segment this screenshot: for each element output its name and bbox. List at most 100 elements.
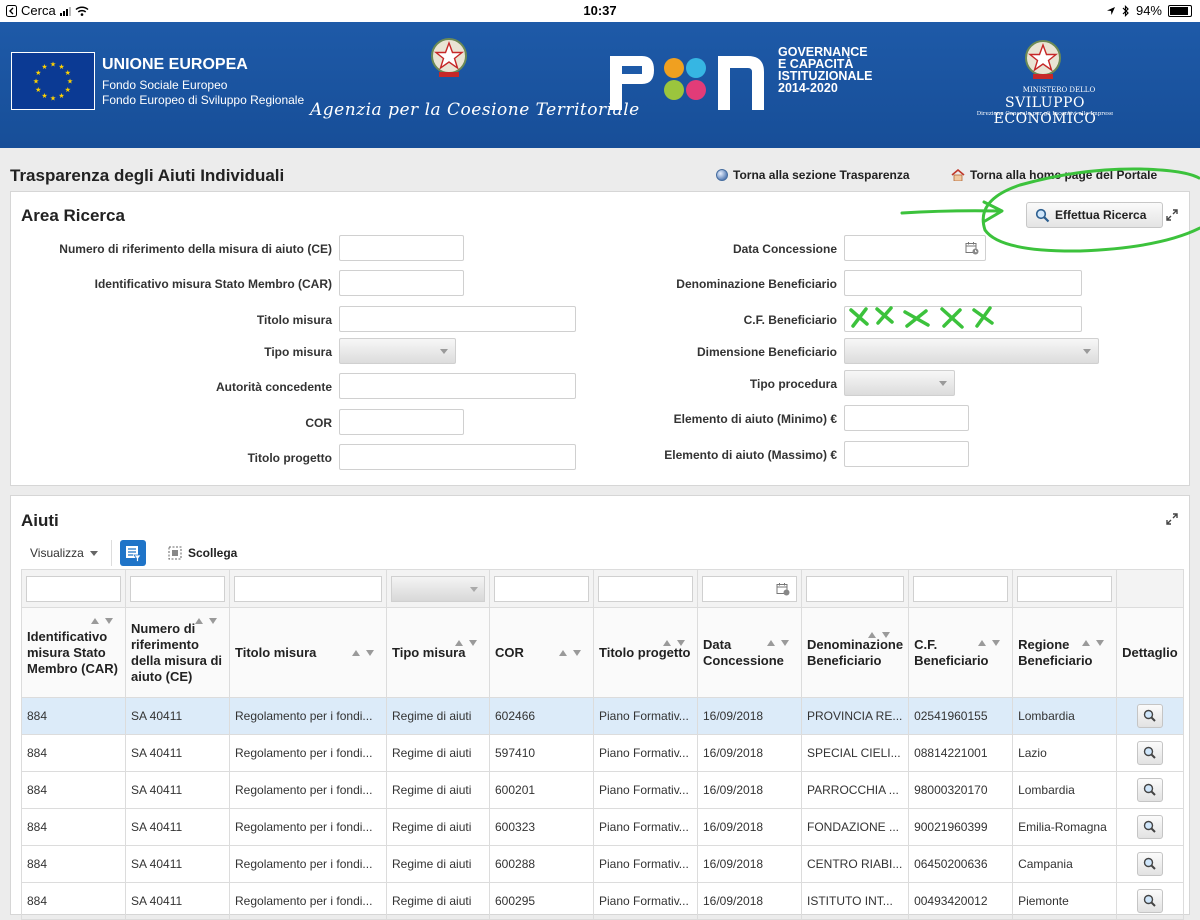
column-header-cor[interactable]: COR — [489, 607, 594, 698]
header-banner: ★ ★ ★ ★ ★ ★ ★ ★ ★ ★ ★ ★ UNIONE EUROPEA Fondo Social… — [0, 22, 1200, 148]
cell-car: 884 — [21, 771, 126, 809]
column-header-car[interactable]: Identificativo misura Stato Membro (CAR) — [21, 607, 126, 698]
eu-star: ★ — [41, 63, 47, 71]
sort-arrows-icon[interactable] — [976, 638, 1004, 648]
expand-icon[interactable] — [1166, 209, 1178, 221]
beneficiary-name-input[interactable] — [844, 270, 1082, 296]
filter-ce-input[interactable] — [130, 575, 225, 602]
filter-measure-title-input[interactable] — [234, 575, 382, 602]
sort-arrows-icon[interactable] — [866, 630, 894, 640]
link-back-transparency[interactable]: Torna alla sezione Trasparenza — [716, 168, 910, 182]
cell-region: Lombardia — [1012, 771, 1118, 809]
cell-region: Lazio — [1012, 734, 1118, 772]
table-row[interactable]: 884 SA 40411 Regolamento per i fondi... Reg… — [21, 845, 1184, 883]
detail-button[interactable] — [1136, 741, 1163, 765]
procedure-type-select[interactable] — [844, 370, 955, 396]
ce-number-input[interactable] — [339, 235, 464, 261]
aid-max-input[interactable] — [844, 441, 969, 467]
cell-measure-title: Regolamento per i fondi... — [229, 845, 387, 883]
calendar-icon[interactable] — [965, 241, 979, 255]
sort-arrows-icon[interactable] — [453, 638, 481, 648]
column-header-ce[interactable]: Numero di riferimento della misura di ai… — [125, 607, 230, 698]
column-header-region[interactable]: Regione Beneficiario — [1012, 607, 1118, 698]
label-beneficiary-tax-code: C.F. Beneficiario — [743, 313, 837, 327]
beneficiary-tax-code-input[interactable] — [844, 306, 1082, 332]
car-id-input[interactable] — [339, 270, 464, 296]
toolbar-divider — [111, 540, 112, 566]
measure-title-input[interactable] — [339, 306, 576, 332]
sort-arrows-icon[interactable] — [89, 616, 117, 626]
cell-measure-type: Regime di aiuti — [386, 882, 490, 920]
detail-button[interactable] — [1136, 778, 1163, 802]
column-header-tax-code[interactable]: C.F. Beneficiario — [908, 607, 1014, 698]
eu-fund-regional: Fondo Europeo di Sviluppo Regionale — [102, 93, 305, 107]
aid-min-input[interactable] — [844, 405, 969, 431]
column-header-detail: Dettaglio — [1116, 607, 1184, 698]
sort-arrows-icon[interactable] — [661, 638, 689, 648]
cell-region: Campania — [1012, 845, 1118, 883]
link-back-home[interactable]: Torna alla home page del Portale — [951, 168, 1157, 182]
project-title-input[interactable] — [339, 444, 576, 470]
sort-arrows-icon[interactable] — [350, 648, 378, 658]
cell-project-title: Piano Formativ... — [593, 734, 698, 772]
table-row[interactable]: 884 SA 40411 Regolamento per i fondi... Reg… — [21, 734, 1184, 772]
sort-arrows-icon[interactable] — [193, 616, 221, 626]
cell-ce: SA 40411 — [125, 734, 230, 772]
chevron-down-icon — [440, 349, 448, 354]
detail-button[interactable] — [1136, 704, 1163, 728]
cell-tax-code: 08814221001 — [908, 734, 1014, 772]
cell-ce: SA 40411 — [125, 882, 230, 920]
cell-measure-type: Regime di aiuti — [386, 771, 490, 809]
sort-arrows-icon[interactable] — [557, 648, 585, 658]
cell-grant-date: 16/09/2018 — [697, 734, 802, 772]
clock: 10:37 — [583, 3, 617, 18]
filter-tax-code-input[interactable] — [913, 575, 1009, 602]
magnifier-icon — [1143, 820, 1156, 833]
beneficiary-size-select[interactable] — [844, 338, 1099, 364]
filter-beneficiary-name-input[interactable] — [806, 575, 905, 602]
column-header-project-title[interactable]: Titolo progetto — [593, 607, 698, 698]
cell-project-title: Piano Formativ... — [593, 882, 698, 920]
detail-button[interactable] — [1136, 815, 1163, 839]
table-row[interactable]: 884 SA 40411 Regolamento per i fondi... Reg… — [21, 808, 1184, 846]
magnifier-icon — [1143, 783, 1156, 796]
filter-cor-input[interactable] — [494, 575, 589, 602]
cell-cor: 600323 — [489, 808, 594, 846]
view-menu[interactable]: Visualizza — [30, 546, 98, 560]
expand-icon[interactable] — [1166, 513, 1178, 525]
filter-grant-date-input[interactable] — [702, 575, 797, 602]
column-header-measure-title[interactable]: Titolo misura — [229, 607, 387, 698]
sort-arrows-icon[interactable] — [1080, 638, 1108, 648]
cell-detail — [1116, 845, 1184, 883]
detail-button[interactable] — [1136, 852, 1163, 876]
cell-grant-date: 16/09/2018 — [697, 882, 802, 920]
magnifier-icon — [1143, 709, 1156, 722]
search-button[interactable]: Effettua Ricerca — [1026, 202, 1163, 228]
filter-region-input[interactable] — [1017, 575, 1113, 602]
filter-project-title-input[interactable] — [598, 575, 693, 602]
filter-car-input[interactable] — [26, 575, 121, 602]
cell-grant-date: 16/09/2018 — [697, 697, 802, 735]
cor-input[interactable] — [339, 409, 464, 435]
column-header-measure-type[interactable]: Tipo misura — [386, 607, 490, 698]
agency-name: Agenzia per la Coesione Territoriale — [310, 100, 640, 120]
granting-authority-input[interactable] — [339, 373, 576, 399]
detail-button[interactable] — [1136, 889, 1163, 913]
label-aid-max: Elemento di aiuto (Massimo) € — [664, 448, 837, 462]
search-panel-title: Area Ricerca — [21, 206, 125, 225]
table-row[interactable]: 884 SA 40411 Regolamento per i fondi... Reg… — [21, 697, 1184, 735]
table-row[interactable]: 884 SA 40411 Regolamento per i fondi... Reg… — [21, 771, 1184, 809]
calendar-icon[interactable] — [776, 582, 790, 596]
cell-project-title: Piano Formativ... — [593, 771, 698, 809]
column-header-grant-date[interactable]: Data Concessione — [697, 607, 802, 698]
sort-arrows-icon[interactable] — [765, 638, 793, 648]
cell-cor: 600201 — [489, 771, 594, 809]
page-title: Trasparenza degli Aiuti Individuali — [10, 166, 285, 185]
column-header-beneficiary-name[interactable]: Denominazione Beneficiario — [800, 607, 910, 698]
grant-date-input[interactable] — [844, 235, 986, 261]
filter-measure-type-select[interactable] — [391, 575, 485, 602]
detach-button[interactable]: Scollega — [168, 546, 237, 560]
filter-toggle-button[interactable] — [120, 540, 146, 566]
measure-type-select[interactable] — [339, 338, 456, 364]
table-row[interactable]: 884 SA 40411 Regolamento per i fondi... Reg… — [21, 882, 1184, 920]
